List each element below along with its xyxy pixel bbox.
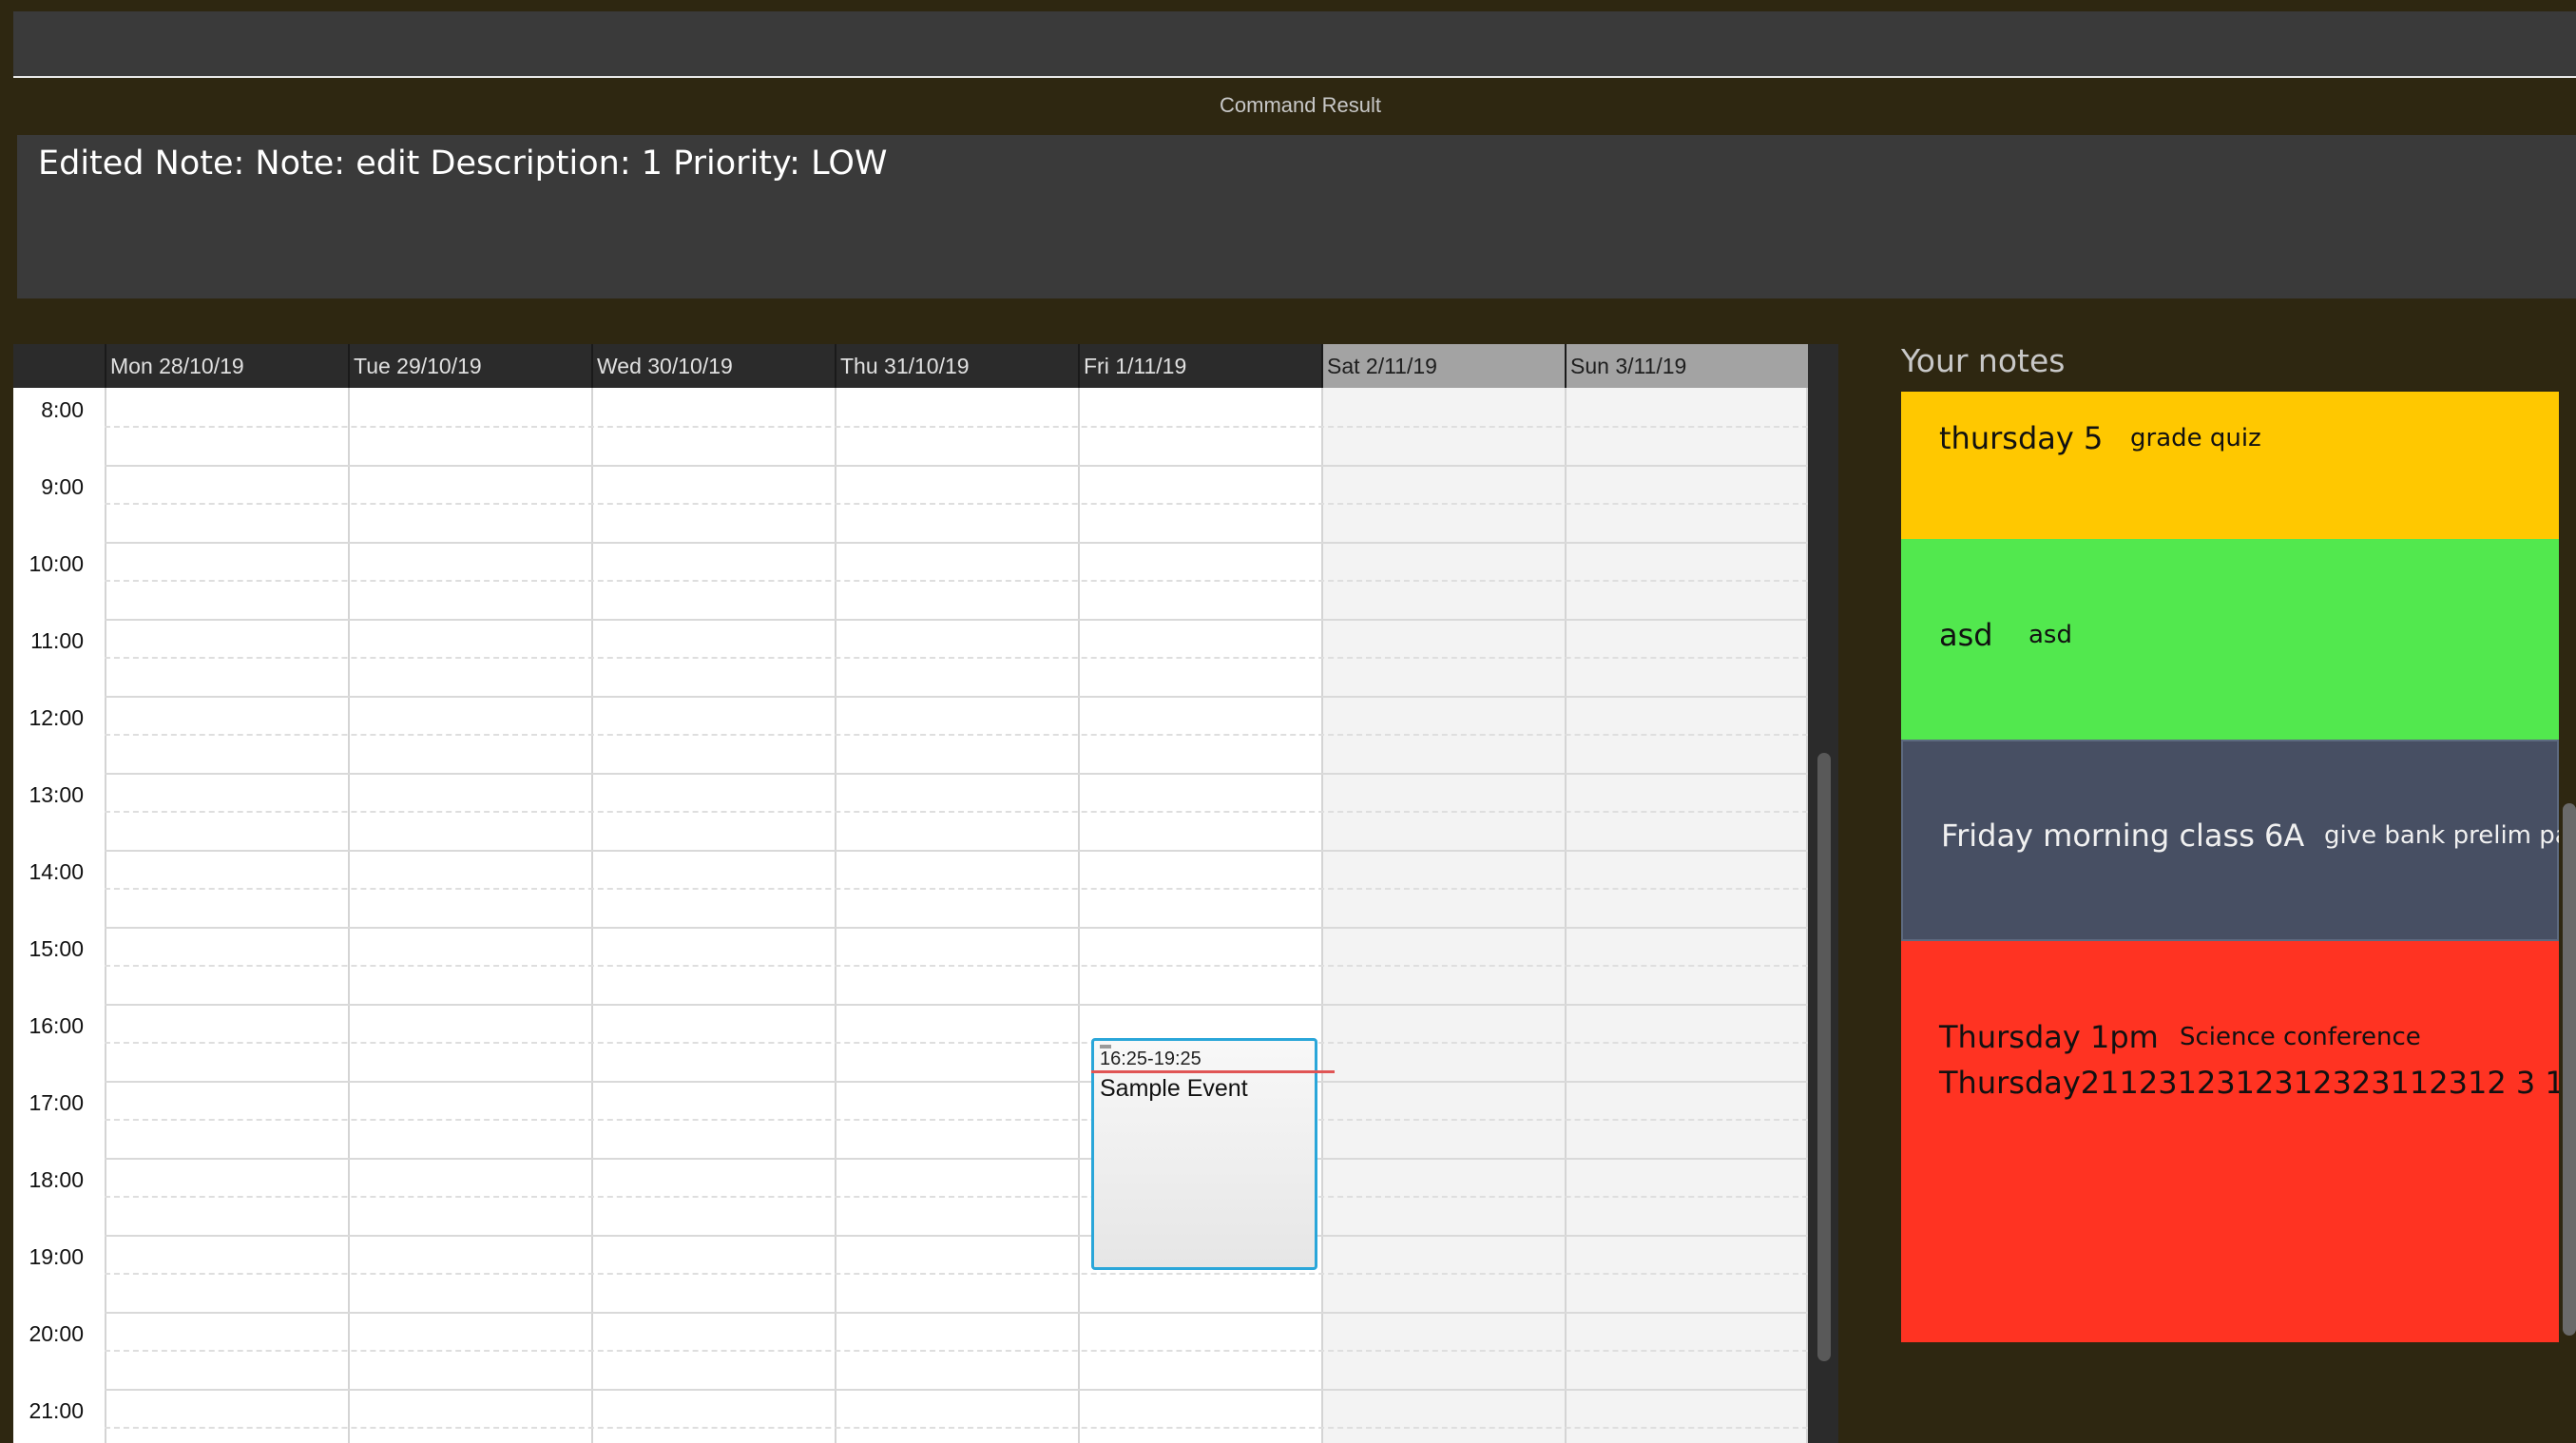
half-hour-line xyxy=(105,426,1808,428)
command-result-box: Edited Note: Note: edit Description: 1 P… xyxy=(17,135,2576,298)
note-title: Thursday2112312312312323112312 3 1pm xyxy=(1939,1065,2559,1101)
hour-line xyxy=(105,1004,1808,1006)
hour-line xyxy=(105,1389,1808,1391)
calendar-scrollbar-thumb[interactable] xyxy=(1817,753,1831,1361)
day-header-thu: Thu 31/10/19 xyxy=(835,344,1078,388)
hour-line xyxy=(105,773,1808,775)
event-time: 16:25-19:25 xyxy=(1100,1049,1201,1069)
note-description: asd xyxy=(2028,621,2072,649)
time-label: 15:00 xyxy=(29,936,84,961)
day-column-sun[interactable] xyxy=(1565,388,1808,1443)
time-label: 18:00 xyxy=(29,1167,84,1192)
time-label: 13:00 xyxy=(29,782,84,807)
hour-line xyxy=(105,1235,1808,1237)
half-hour-line xyxy=(105,1119,1808,1121)
hour-line xyxy=(105,1312,1808,1314)
time-label: 19:00 xyxy=(29,1244,84,1269)
weekly-calendar: Mon 28/10/19 Tue 29/10/19 Wed 30/10/19 T… xyxy=(13,344,1838,1443)
note-card[interactable]: thursday 5 grade quiz xyxy=(1901,392,2559,539)
calendar-scrollbar[interactable] xyxy=(1808,388,1838,1443)
day-header-sat: Sat 2/11/19 xyxy=(1321,344,1565,388)
notes-scrollbar[interactable] xyxy=(2563,803,2576,1336)
time-label: 21:00 xyxy=(29,1398,84,1423)
time-label: 11:00 xyxy=(30,628,84,653)
day-column-thu[interactable] xyxy=(835,388,1078,1443)
day-header-wed: Wed 30/10/19 xyxy=(591,344,835,388)
half-hour-line xyxy=(105,811,1808,813)
calendar-header: Mon 28/10/19 Tue 29/10/19 Wed 30/10/19 T… xyxy=(13,344,1838,388)
note-title: thursday 5 xyxy=(1939,420,2104,456)
command-input[interactable] xyxy=(13,11,2576,78)
note-description: Science conference xyxy=(2180,1023,2421,1051)
half-hour-line xyxy=(105,965,1808,967)
time-label: 14:00 xyxy=(29,859,84,884)
time-label: 10:00 xyxy=(29,551,84,576)
command-result-label: Command Result xyxy=(1220,93,1381,117)
event-title: Sample Event xyxy=(1100,1075,1248,1102)
notes-panel-title: Your notes xyxy=(1901,342,2066,379)
note-title: asd xyxy=(1939,617,1993,653)
calendar-grid[interactable]: 8:00 9:00 10:00 11:00 12:00 13:00 14:00 … xyxy=(13,388,1838,1443)
day-column-wed[interactable] xyxy=(591,388,835,1443)
hour-line xyxy=(105,1081,1808,1083)
day-column-mon[interactable] xyxy=(105,388,348,1443)
note-card[interactable]: Friday morning class 6A give bank prelim… xyxy=(1901,740,2559,941)
half-hour-line xyxy=(105,1350,1808,1352)
hour-line xyxy=(105,465,1808,467)
note-card[interactable]: Thursday 1pm Science conference xyxy=(1901,941,2559,1342)
current-time-indicator xyxy=(1091,1070,1335,1073)
day-column-sat[interactable] xyxy=(1321,388,1565,1443)
note-description: give bank prelim pap xyxy=(2324,821,2559,850)
half-hour-line xyxy=(105,580,1808,582)
half-hour-line xyxy=(105,888,1808,890)
hour-line xyxy=(105,850,1808,852)
note-description: grade quiz xyxy=(2130,424,2261,452)
command-result-text: Edited Note: Note: edit Description: 1 P… xyxy=(38,144,888,183)
half-hour-line xyxy=(105,1196,1808,1198)
note-card[interactable]: asd asd xyxy=(1901,539,2559,740)
day-header-fri: Fri 1/11/19 xyxy=(1078,344,1321,388)
half-hour-line xyxy=(105,503,1808,505)
time-label: 17:00 xyxy=(29,1090,84,1115)
day-column-tue[interactable] xyxy=(348,388,591,1443)
time-label: 12:00 xyxy=(29,705,84,730)
time-label: 9:00 xyxy=(41,474,84,499)
note-title: Friday morning class 6A xyxy=(1941,818,2305,854)
notes-list[interactable]: thursday 5 grade quiz asd asd Friday mor… xyxy=(1901,392,2559,1342)
half-hour-line xyxy=(105,1042,1808,1044)
half-hour-line xyxy=(105,1273,1808,1275)
day-header-mon: Mon 28/10/19 xyxy=(105,344,348,388)
half-hour-line xyxy=(105,657,1808,659)
time-column: 8:00 9:00 10:00 11:00 12:00 13:00 14:00 … xyxy=(13,388,105,1443)
hour-line xyxy=(105,696,1808,698)
hour-line xyxy=(105,542,1808,544)
hour-line xyxy=(105,927,1808,929)
hour-line xyxy=(105,619,1808,621)
time-label: 8:00 xyxy=(41,397,84,422)
time-label: 16:00 xyxy=(29,1013,84,1038)
day-header-sun: Sun 3/11/19 xyxy=(1565,344,1808,388)
time-label: 20:00 xyxy=(29,1321,84,1346)
half-hour-line xyxy=(105,734,1808,736)
half-hour-line xyxy=(105,1427,1808,1429)
day-header-tue: Tue 29/10/19 xyxy=(348,344,591,388)
day-column-fri[interactable] xyxy=(1078,388,1321,1443)
note-title: Thursday 1pm xyxy=(1939,1019,2159,1055)
hour-line xyxy=(105,1158,1808,1160)
